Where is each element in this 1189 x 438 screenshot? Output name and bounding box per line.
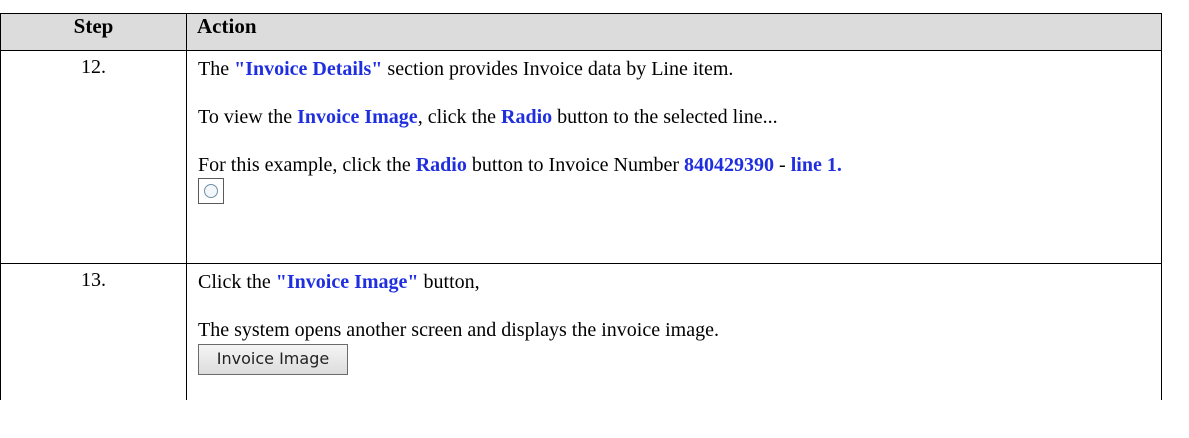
action-cell: The "Invoice Details" section provides I…: [186, 50, 1162, 264]
table-row: 13. Click the "Invoice Image" button, Th…: [0, 263, 1162, 400]
step-header: Step: [0, 13, 187, 51]
emphasis-text: 840429390: [684, 154, 775, 176]
emphasis-text: line 1.: [790, 154, 842, 176]
text-run: button to the selected line...: [552, 106, 778, 128]
radio-circle-icon: [204, 184, 218, 198]
instruction-table: Step Action 12. The "Invoice Details" se…: [0, 13, 1162, 400]
text-run: For this example, click the: [198, 154, 416, 176]
step-number: 13.: [0, 263, 187, 400]
text-run: button to Invoice Number: [466, 154, 685, 176]
action-cell: Click the "Invoice Image" button, The sy…: [186, 263, 1162, 400]
emphasis-text: "Invoice Details": [234, 58, 383, 80]
action-paragraph: The "Invoice Details" section provides I…: [198, 57, 1161, 81]
radio-button-icon[interactable]: [198, 178, 224, 204]
action-paragraph: Click the "Invoice Image" button,: [198, 270, 1161, 294]
action-paragraph: For this example, click the Radio button…: [198, 153, 1161, 177]
emphasis-text: "Invoice Image": [275, 271, 419, 293]
step-number: 12.: [0, 50, 187, 264]
text-run: -: [774, 154, 791, 176]
text-run: The system opens another screen and disp…: [198, 319, 719, 341]
emphasis-text: Radio: [501, 106, 553, 128]
emphasis-text: Invoice Image: [297, 106, 418, 128]
action-header: Action: [186, 13, 1162, 51]
text-run: The: [198, 58, 235, 80]
header-row: Step Action: [0, 13, 1162, 51]
table-row: 12. The "Invoice Details" section provid…: [0, 50, 1162, 264]
action-paragraph: The system opens another screen and disp…: [198, 318, 1161, 342]
text-run: section provides Invoice data by Line it…: [382, 58, 734, 80]
text-run: To view the: [198, 106, 298, 128]
invoice-image-button[interactable]: Invoice Image: [198, 344, 348, 375]
text-run: Click the: [198, 271, 276, 293]
text-run: button,: [418, 271, 480, 293]
text-run: , click the: [417, 106, 501, 128]
emphasis-text: Radio: [415, 154, 467, 176]
action-paragraph: To view the Invoice Image, click the Rad…: [198, 105, 1161, 129]
